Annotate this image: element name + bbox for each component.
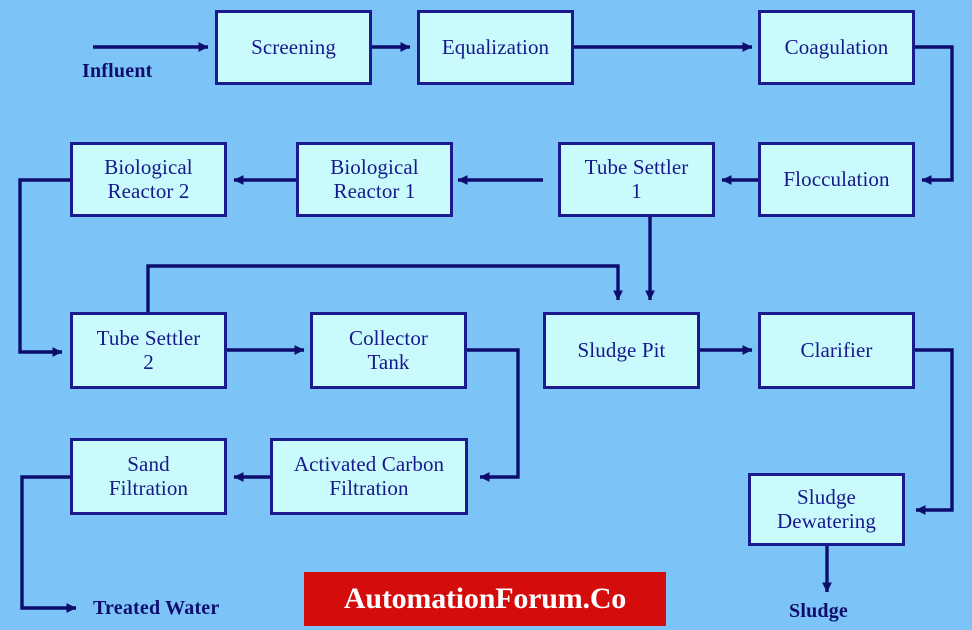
node-equalization-label: Equalization [441, 34, 550, 59]
node-tube-settler-1-label: Tube Settler 1 [584, 154, 689, 203]
node-sludge-pit[interactable]: Sludge Pit [543, 312, 700, 389]
node-flocculation[interactable]: Flocculation [758, 142, 915, 217]
node-coagulation[interactable]: Coagulation [758, 10, 915, 85]
node-sand-filtration[interactable]: Sand Filtration [70, 438, 227, 515]
node-bio-reactor-2-label: Biological Reactor 2 [104, 154, 193, 203]
node-clarifier-label: Clarifier [800, 337, 873, 362]
connector-bio-reactor-2-to-tube-settler-2 [18, 178, 70, 357]
node-tube-settler-2[interactable]: Tube Settler 2 [70, 312, 227, 389]
node-bio-reactor-2[interactable]: Biological Reactor 2 [70, 142, 227, 217]
node-flocculation-label: Flocculation [783, 166, 890, 191]
node-bio-reactor-1[interactable]: Biological Reactor 1 [296, 142, 453, 217]
node-screening-label: Screening [251, 34, 336, 59]
node-collector-tank-label: Collector Tank [348, 325, 429, 374]
node-screening[interactable]: Screening [215, 10, 372, 85]
watermark-text: AutomationForum.Co [343, 582, 627, 615]
connector-collector-tank-to-activated-carbon-filtration [466, 348, 520, 482]
label-sludge: Sludge [789, 600, 849, 622]
node-equalization[interactable]: Equalization [417, 10, 574, 85]
process-flow-diagram: Screening Equalization Coagulation Flocc… [0, 0, 972, 630]
node-activated-carbon-filtration[interactable]: Activated Carbon Filtration [270, 438, 468, 515]
node-tube-settler-1[interactable]: Tube Settler 1 [558, 142, 715, 217]
node-coagulation-label: Coagulation [784, 34, 889, 59]
node-collector-tank[interactable]: Collector Tank [310, 312, 467, 389]
label-influent: Influent [82, 60, 153, 82]
node-clarifier[interactable]: Clarifier [758, 312, 915, 389]
node-sand-filtration-label: Sand Filtration [108, 451, 189, 500]
node-sludge-pit-label: Sludge Pit [577, 337, 666, 362]
label-treated-water: Treated Water [93, 597, 220, 619]
connector-sand-filtration-to-treated-water [20, 475, 77, 613]
node-tube-settler-2-label: Tube Settler 2 [96, 325, 201, 374]
watermark-banner: AutomationForum.Co [304, 572, 666, 626]
node-sludge-dewatering-label: Sludge Dewatering [777, 484, 876, 533]
node-sludge-dewatering[interactable]: Sludge Dewatering [748, 473, 905, 546]
connector-coagulation-to-flocculation [915, 45, 954, 185]
node-activated-carbon-filtration-label: Activated Carbon Filtration [293, 451, 445, 500]
connector-clarifier-to-sludge-dewatering [915, 348, 954, 515]
node-bio-reactor-1-label: Biological Reactor 1 [330, 154, 419, 203]
connector-tube-settler-2-to-sludge-pit [146, 264, 623, 312]
